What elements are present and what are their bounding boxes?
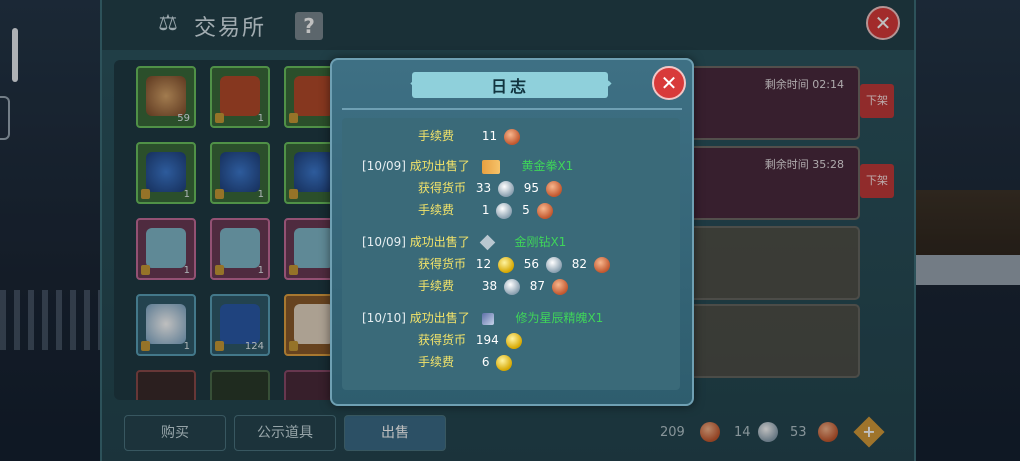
log-row: 获得货币 33 95: [418, 178, 562, 198]
item-name: 金刚钻X1: [514, 235, 567, 249]
log-row: 手续费 11: [418, 126, 520, 146]
copper-coin-icon: [536, 202, 553, 219]
sold-label: 成功出售了: [409, 235, 470, 249]
gain-value: 194: [475, 333, 499, 347]
title-divider: [342, 108, 682, 110]
log-row: 获得货币 12 56 82: [418, 254, 610, 274]
fee-value: 87: [529, 279, 546, 293]
diamond-icon: [479, 234, 495, 251]
sold-label: 成功出售了: [409, 159, 470, 173]
silver-coin-icon: [545, 256, 562, 273]
log-entry-header: [10/10] 成功出售了 修为星辰精魄X1: [362, 308, 603, 328]
fee-value: 5: [522, 203, 530, 217]
sold-label: 成功出售了: [409, 311, 470, 325]
copper-coin-icon: [545, 180, 562, 197]
fee-label: 手续费: [418, 129, 455, 143]
fee-label: 手续费: [418, 203, 455, 217]
gain-value: 33: [475, 181, 492, 195]
gain-value: 56: [523, 257, 540, 271]
gold-coin-icon: [496, 354, 513, 371]
copper-coin-icon: [503, 128, 520, 145]
log-date: [10/09]: [362, 159, 406, 173]
log-body[interactable]: 手续费 11 [10/09] 成功出售了 黄金拳X1 获得货币 33 95 手续…: [342, 118, 680, 390]
silver-coin-icon: [503, 278, 520, 295]
silver-coin-icon: [496, 202, 513, 219]
silver-coin-icon: [497, 180, 514, 197]
fee-value: 38: [481, 279, 498, 293]
log-title: 日志: [490, 77, 529, 96]
gain-value: 12: [475, 257, 492, 271]
log-row: 手续费 38 87: [418, 276, 568, 296]
fee-value: 11: [481, 129, 498, 143]
item-name: 修为星辰精魄X1: [515, 311, 604, 325]
log-row: 获得货币 194: [418, 330, 522, 350]
gain-value: 95: [523, 181, 540, 195]
log-date: [10/09]: [362, 235, 406, 249]
log-entry-header: [10/09] 成功出售了 金刚钻X1: [362, 232, 566, 252]
ornament-right-icon: ❖: [596, 74, 614, 95]
item-icon: [481, 159, 500, 174]
log-date: [10/10]: [362, 311, 406, 325]
copper-coin-icon: [551, 278, 568, 295]
fee-value: 1: [481, 203, 490, 217]
log-row: 手续费 6: [418, 352, 513, 372]
fee-label: 手续费: [418, 279, 455, 293]
gain-label: 获得货币: [418, 181, 467, 195]
gold-coin-icon: [497, 256, 514, 273]
log-row: 手续费 1 5: [418, 200, 553, 220]
fee-value: 6: [481, 355, 490, 369]
gold-coin-icon: [505, 332, 522, 349]
log-title-bar: 日志: [412, 72, 608, 98]
log-entry-header: [10/09] 成功出售了 黄金拳X1: [362, 156, 573, 176]
gain-value: 82: [571, 257, 587, 271]
gain-label: 获得货币: [418, 257, 467, 271]
staff-icon: [481, 312, 494, 325]
log-modal: ❖ 日志 ❖ ✕ 手续费 11 [10/09] 成功出售了 黄金拳X1 获得货币…: [330, 58, 694, 406]
gain-label: 获得货币: [418, 333, 467, 347]
item-name: 黄金拳X1: [521, 159, 574, 173]
fee-label: 手续费: [418, 355, 455, 369]
close-log-button[interactable]: ✕: [652, 66, 686, 100]
copper-coin-icon: [593, 256, 610, 273]
